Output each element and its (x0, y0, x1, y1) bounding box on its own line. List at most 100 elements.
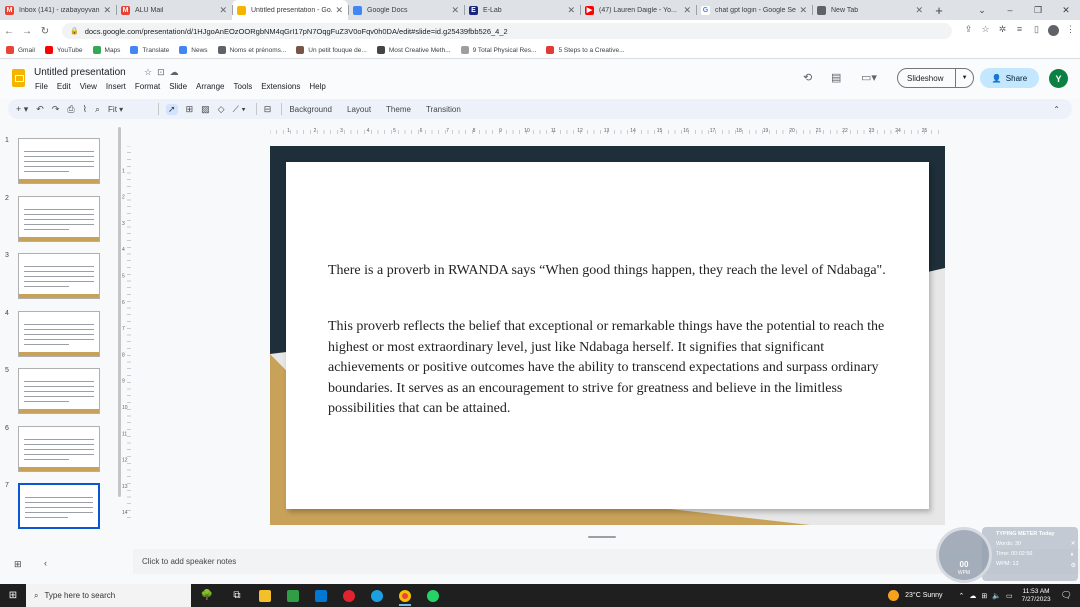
mail-icon[interactable] (307, 584, 335, 607)
zoom-select[interactable]: Fit ▾ (108, 105, 146, 114)
meet-icon[interactable]: ▭▾ (861, 71, 877, 84)
slide-thumbnail[interactable] (18, 425, 100, 472)
sidepanel-icon[interactable]: ▯ (1028, 24, 1045, 38)
opera-icon[interactable] (335, 584, 363, 607)
comments-icon[interactable]: ▤ (831, 71, 841, 84)
line-icon[interactable]: ⟋ ▾ (233, 104, 246, 115)
history-icon[interactable]: ⟲ (803, 71, 812, 84)
close-tab-icon[interactable]: ✕ (451, 5, 459, 16)
slide-thumbnail[interactable] (18, 195, 100, 242)
menu-edit[interactable]: Edit (57, 82, 71, 91)
close-tab-icon[interactable]: ✕ (567, 5, 575, 16)
toolbar-background[interactable]: Background (289, 105, 332, 114)
browser-tab[interactable]: Gchat gpt login - Google Se... ✕ (696, 0, 812, 20)
volume-icon[interactable]: 🔈 (992, 592, 1001, 600)
menu-extensions[interactable]: Extensions (261, 82, 300, 91)
reading-list-icon[interactable]: ≡ (1011, 24, 1028, 38)
whatsapp-icon[interactable] (419, 584, 447, 607)
slide-paragraph-proverb[interactable]: There is a proverb in RWANDA says “When … (328, 261, 888, 282)
select-icon[interactable]: ➚ (166, 103, 178, 115)
taskbar-clock[interactable]: 11:53 AM 7/27/2023 (1022, 588, 1051, 604)
bookmark-item[interactable]: Most Creative Meth... (376, 46, 451, 54)
chrome-icon[interactable] (391, 584, 419, 607)
window-restore-icon[interactable]: ❐ (1024, 0, 1052, 20)
bookmark-item[interactable]: YouTube (44, 46, 83, 54)
edge-icon[interactable] (363, 584, 391, 607)
toolbar-theme[interactable]: Theme (386, 105, 411, 114)
notifications-icon[interactable]: 🗨 (1061, 590, 1072, 601)
menu-help[interactable]: Help (309, 82, 325, 91)
share-button[interactable]: 👤 Share (980, 68, 1039, 88)
slide-thumbnail[interactable] (18, 483, 100, 529)
close-tab-icon[interactable]: ✕ (103, 5, 111, 16)
bookmark-item[interactable]: Maps (92, 46, 120, 54)
close-icon[interactable]: ✕ (1071, 539, 1076, 550)
shape-icon[interactable]: ◇ (218, 104, 225, 115)
url-input[interactable]: 🔒 docs.google.com/presentation/d/1HJgoAn… (62, 23, 952, 39)
minimize-icon[interactable]: ⌄ (968, 0, 996, 20)
settings-icon[interactable]: ⚙ (1071, 561, 1076, 572)
chevron-down-icon[interactable]: ▼ (955, 69, 973, 87)
new-tab-icon[interactable]: + (928, 0, 950, 20)
menu-file[interactable]: File (35, 82, 48, 91)
file-explorer-icon[interactable] (251, 584, 279, 607)
extensions-icon[interactable]: ✲ (994, 24, 1011, 38)
network-icon[interactable]: ⊞ (981, 592, 987, 600)
menu-arrange[interactable]: Arrange (196, 82, 224, 91)
collapse-menu-icon[interactable]: ⌃ (1053, 105, 1060, 114)
new-slide-icon[interactable]: + ▾ (16, 104, 28, 115)
slide-thumbnail[interactable] (18, 138, 100, 184)
zoom-icon[interactable]: ⌕ (95, 104, 100, 115)
bookmark-item[interactable]: Noms et prénoms... (217, 46, 286, 54)
weather-sun-icon[interactable] (888, 590, 900, 601)
menu-view[interactable]: View (80, 82, 97, 91)
bookmark-star-icon[interactable]: ☆ (977, 24, 994, 38)
slide-thumbnail[interactable] (18, 253, 100, 299)
slide-thumbnail[interactable] (18, 310, 100, 357)
redo-icon[interactable]: ↷ (52, 104, 60, 115)
bookmark-item[interactable]: 9 Total Physical Res... (460, 46, 536, 54)
menu-insert[interactable]: Insert (106, 82, 126, 91)
back-icon[interactable]: ← (0, 26, 18, 37)
slide-canvas[interactable]: There is a proverb in RWANDA says “When … (270, 146, 945, 525)
document-title[interactable]: Untitled presentation (34, 67, 126, 78)
browser-tab[interactable]: E E-Lab ✕ (464, 0, 580, 20)
slideshow-button[interactable]: Slideshow ▼ (897, 68, 974, 88)
toolbar-transition[interactable]: Transition (426, 105, 461, 114)
browser-tab[interactable]: Google Docs ✕ (348, 0, 464, 20)
bookmark-item[interactable]: Translate (130, 46, 169, 54)
browser-menu-icon[interactable]: ⋮ (1062, 24, 1079, 38)
windows-start-icon[interactable]: ⊞ (0, 590, 26, 601)
store-icon[interactable] (279, 584, 307, 607)
slide-thumbnail[interactable] (18, 368, 100, 414)
print-icon[interactable]: ⎙ (67, 104, 74, 115)
menu-tools[interactable]: Tools (234, 82, 253, 91)
bookmark-item[interactable]: Un petit fouque de... (296, 46, 367, 54)
pause-icon[interactable]: ⏸ (1071, 550, 1076, 561)
share-page-icon[interactable]: ⇪ (960, 24, 977, 38)
close-tab-icon[interactable]: ✕ (915, 5, 923, 16)
slide-paragraph-explanation[interactable]: This proverb reflects the belief that ex… (328, 317, 888, 420)
window-minimize-icon[interactable]: – (996, 0, 1024, 20)
browser-tab[interactable]: Untitled presentation - Go... ✕ (232, 0, 348, 20)
reload-icon[interactable]: ↻ (36, 26, 54, 37)
forward-icon[interactable]: → (18, 26, 36, 37)
star-icon[interactable]: ☆ (144, 67, 157, 77)
search-highlight-icon[interactable]: 🌳 (191, 584, 223, 607)
browser-tab[interactable]: M ALU Mail ✕ (116, 0, 232, 20)
toolbar-layout[interactable]: Layout (347, 105, 371, 114)
bookmark-item[interactable]: 5 Steps to a Creative... (546, 46, 625, 54)
browser-tab[interactable]: M Inbox (141) - izabayoyvan... ✕ (0, 0, 116, 20)
move-icon[interactable]: ⊡ (157, 67, 170, 77)
bookmark-item[interactable]: News (179, 46, 208, 54)
textbox-icon[interactable]: ⊞ (186, 104, 194, 115)
grid-view-icon[interactable]: ⊞ (14, 559, 22, 570)
profile-icon[interactable] (1045, 24, 1062, 38)
close-tab-icon[interactable]: ✕ (335, 5, 343, 16)
avatar[interactable]: Y (1049, 69, 1068, 88)
menu-slide[interactable]: Slide (169, 82, 187, 91)
onedrive-icon[interactable]: ☁ (969, 592, 976, 600)
browser-tab[interactable]: ▶ (47) Lauren Daigle - Yo... ✕ (580, 0, 696, 20)
notes-resize-handle[interactable] (588, 536, 616, 538)
slides-logo-icon[interactable] (12, 69, 25, 87)
